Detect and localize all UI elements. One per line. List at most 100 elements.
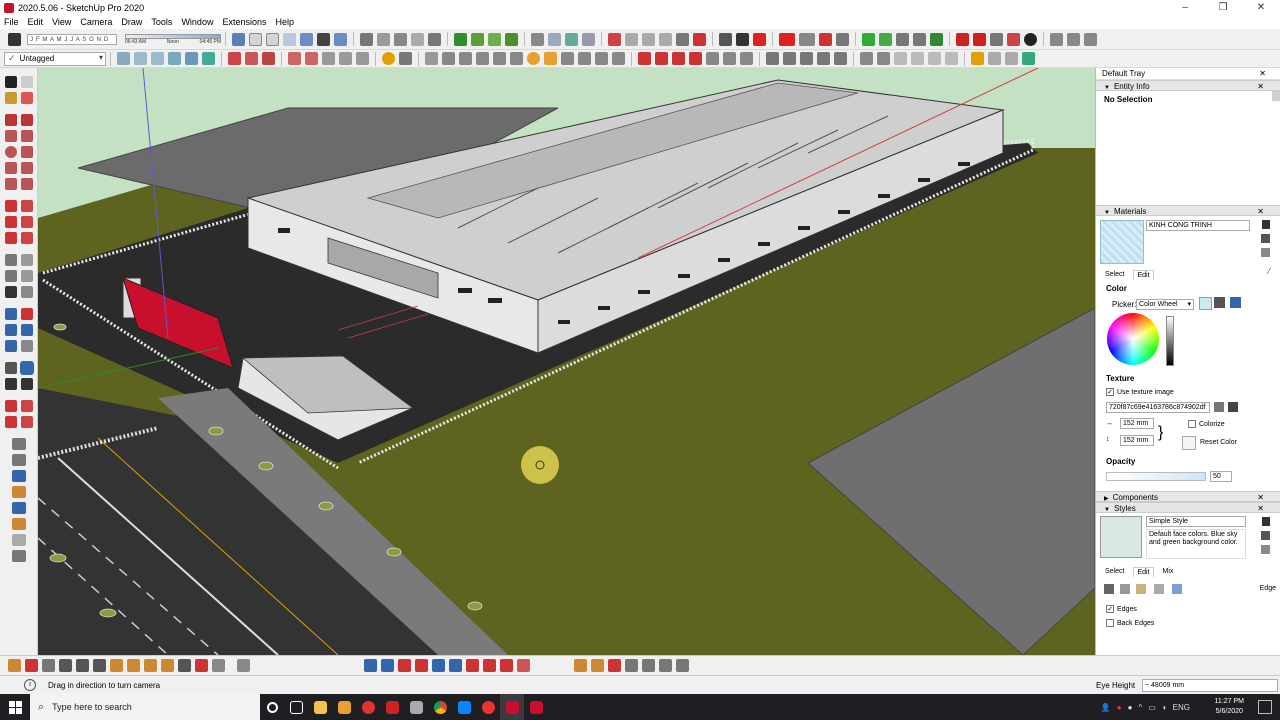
menu-file[interactable]: File — [4, 17, 19, 27]
sandbox2-icon[interactable] — [20, 400, 33, 412]
texture-width-field[interactable]: 152 mm — [1120, 418, 1154, 429]
line-tool-icon[interactable] — [4, 114, 17, 126]
paint-bucket-icon[interactable] — [4, 92, 17, 104]
pencil-icon[interactable] — [719, 32, 732, 46]
right-view-icon[interactable] — [283, 32, 296, 46]
notifications-icon[interactable] — [1258, 700, 1272, 714]
frame-icon[interactable] — [1050, 32, 1063, 46]
match-model-icon[interactable] — [1214, 297, 1225, 308]
top-view-icon[interactable] — [249, 32, 262, 46]
sandbox-icon[interactable] — [4, 400, 17, 412]
style-hidden-icon[interactable] — [168, 52, 181, 65]
rectangle-tool-icon[interactable] — [4, 130, 17, 142]
leaf-icon[interactable] — [565, 32, 578, 46]
box-tool-icon[interactable] — [574, 659, 587, 672]
menu-help[interactable]: Help — [275, 17, 294, 27]
taskbar-recorder[interactable] — [476, 694, 500, 720]
plant-icon[interactable] — [471, 32, 484, 46]
style-shaded-icon[interactable] — [185, 52, 198, 65]
arc-tool-icon[interactable] — [4, 162, 17, 174]
sphere2-icon[interactable] — [642, 32, 655, 46]
entity-info-close-button[interactable]: ✕ — [1257, 81, 1264, 92]
taskbar-sketchup-2[interactable] — [524, 694, 548, 720]
zoom-window-icon[interactable] — [20, 324, 33, 336]
style-backedge-icon[interactable] — [134, 52, 147, 65]
frame3-icon[interactable] — [1084, 32, 1097, 46]
arc2-tool-icon[interactable] — [20, 162, 33, 174]
cube-icon[interactable] — [896, 32, 909, 46]
scissors-icon[interactable] — [399, 52, 412, 65]
texture-height-field[interactable]: 152 mm — [1120, 435, 1154, 446]
volume-icon[interactable]: ◖ — [1162, 703, 1167, 712]
add-detail-icon[interactable] — [11, 518, 26, 530]
menu-draw[interactable]: Draw — [121, 17, 142, 27]
section-plane-icon[interactable] — [228, 52, 241, 65]
use-texture-checkbox[interactable]: ✓ Use texture image — [1106, 388, 1174, 396]
3d-text-icon[interactable] — [20, 286, 33, 298]
scale-tool-icon[interactable] — [4, 232, 17, 244]
move-red3-icon[interactable] — [672, 52, 685, 65]
box6-tool-icon[interactable] — [659, 659, 672, 672]
components-header[interactable]: ▶ Components ✕ — [1096, 491, 1280, 502]
ruler-icon[interactable] — [11, 438, 26, 450]
align6-tool-icon[interactable] — [449, 659, 462, 672]
bottom-tool-11-icon[interactable] — [178, 659, 191, 672]
align-tool-icon[interactable] — [364, 659, 377, 672]
shadow-month-slider[interactable]: J F M A M J J A S O N D — [27, 33, 117, 45]
bottom-tool-3-icon[interactable] — [42, 659, 55, 672]
styles-mix-tab[interactable]: Mix — [1160, 567, 1177, 577]
back-edges-checkbox[interactable]: Back Edges — [1106, 619, 1154, 627]
texture-file-field[interactable]: 720f87c69e4163786c874902df — [1106, 402, 1210, 413]
window3-icon[interactable] — [800, 52, 813, 65]
bottom-tool-14-icon[interactable] — [237, 659, 250, 672]
shadow-time-slider[interactable]: 06:43 AM Noon 04:45 PM — [125, 33, 221, 45]
maximize-button[interactable]: ❐ — [1204, 0, 1242, 15]
move-red-icon[interactable] — [638, 52, 651, 65]
protractor-icon[interactable] — [4, 270, 17, 282]
taskbar-zalo[interactable] — [452, 694, 476, 720]
styles-header[interactable]: ▼ Styles ✕ — [1096, 502, 1280, 513]
page-icon[interactable] — [836, 32, 849, 46]
start-button[interactable] — [0, 694, 30, 720]
material-name-field[interactable]: KINH CONG TRINH — [1146, 220, 1250, 231]
section-tool-icon[interactable] — [20, 378, 33, 390]
bottom-tool-2-icon[interactable] — [25, 659, 38, 672]
circle-red-icon[interactable] — [1007, 32, 1020, 46]
align8-tool-icon[interactable] — [483, 659, 496, 672]
styles-edit-tab[interactable]: Edit — [1133, 567, 1154, 577]
model-scene[interactable] — [38, 68, 1095, 655]
diamond-green2-icon[interactable] — [879, 32, 892, 46]
scale-balance-icon[interactable] — [11, 550, 26, 562]
taskbar-explorer[interactable] — [308, 694, 332, 720]
bottom-tool-5-icon[interactable] — [76, 659, 89, 672]
refresh-icon[interactable] — [1261, 545, 1270, 554]
move-red4-icon[interactable] — [689, 52, 702, 65]
watermark-settings-icon[interactable] — [1154, 584, 1164, 594]
section-cut-icon[interactable] — [245, 52, 258, 65]
ring2-icon[interactable] — [544, 52, 557, 65]
menu-edit[interactable]: Edit — [28, 17, 44, 27]
shape4-icon[interactable] — [493, 52, 506, 65]
box3-tool-icon[interactable] — [608, 659, 621, 672]
solid4-icon[interactable] — [911, 52, 924, 65]
align2-tool-icon[interactable] — [381, 659, 394, 672]
offset-tool-icon[interactable] — [20, 232, 33, 244]
push-pull-icon[interactable] — [20, 200, 33, 212]
flip-edge-icon[interactable] — [11, 534, 26, 546]
edge-settings-icon[interactable] — [1104, 584, 1114, 594]
create-material-icon[interactable] — [1262, 220, 1270, 229]
bottom-tool-10-icon[interactable] — [161, 659, 174, 672]
gem-icon[interactable] — [990, 32, 1003, 46]
diamond-red2-icon[interactable] — [973, 32, 986, 46]
extension-warehouse-icon[interactable] — [454, 32, 467, 46]
menu-view[interactable]: View — [52, 17, 71, 27]
update-style-icon[interactable] — [1261, 531, 1270, 540]
box4-tool-icon[interactable] — [625, 659, 638, 672]
shape3-icon[interactable] — [476, 52, 489, 65]
grass-icon[interactable] — [505, 32, 518, 46]
move-tool-icon[interactable] — [4, 200, 17, 212]
flip-icon[interactable] — [11, 470, 26, 482]
reset-color-swatch[interactable] — [1182, 436, 1196, 450]
edges-checkbox[interactable]: ✓ Edges — [1106, 605, 1137, 613]
box7-tool-icon[interactable] — [676, 659, 689, 672]
